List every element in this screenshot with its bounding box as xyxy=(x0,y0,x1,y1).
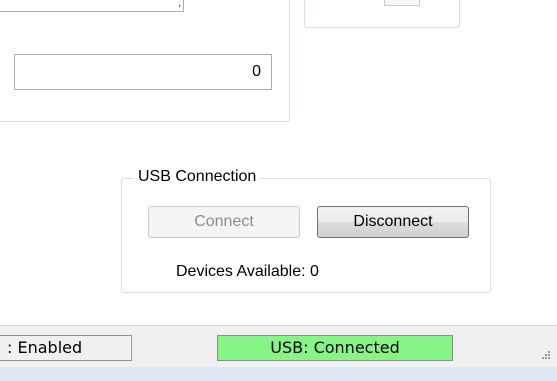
devices-available-label: Devices Available: 0 xyxy=(176,263,319,280)
dropdown-arrow-icon[interactable]: , xyxy=(178,0,181,9)
connect-button[interactable]: Connect xyxy=(148,206,300,238)
top-dropdown[interactable]: , xyxy=(0,0,184,12)
app-window: , USB Connection Connect Disconnect Devi… xyxy=(0,0,557,381)
usb-connection-title: USB Connection xyxy=(134,167,261,187)
status-bar: : Enabled USB: Connected xyxy=(0,325,557,367)
value-input[interactable] xyxy=(14,54,272,90)
resize-grip-icon[interactable] xyxy=(539,349,551,361)
top-right-control[interactable] xyxy=(384,0,420,6)
window-bottom-border xyxy=(0,367,557,381)
status-panel-enabled: : Enabled xyxy=(0,335,132,361)
disconnect-button[interactable]: Disconnect xyxy=(317,206,469,238)
top-right-group-frame xyxy=(304,0,460,28)
status-panel-usb: USB: Connected xyxy=(217,335,453,361)
